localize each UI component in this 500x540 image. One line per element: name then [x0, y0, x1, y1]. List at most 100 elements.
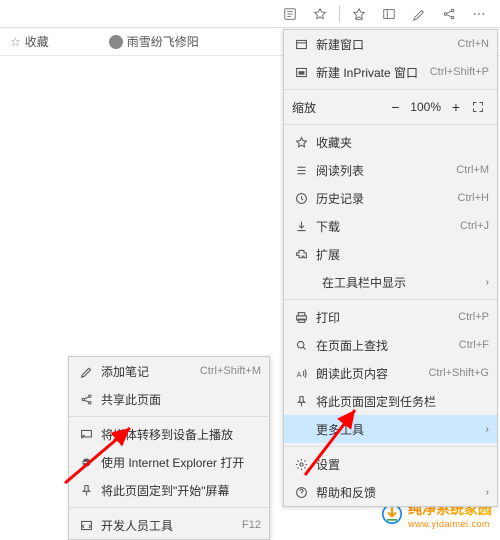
menu-separator — [69, 416, 269, 417]
submenu-open-ie[interactable]: 使用 Internet Explorer 打开 — [69, 448, 269, 476]
menu-shortcut: Ctrl+Shift+P — [430, 66, 489, 78]
cast-icon — [77, 428, 95, 441]
menu-shortcut: Ctrl+P — [458, 311, 489, 323]
menu-read-aloud[interactable]: A 朗读此页内容 Ctrl+Shift+G — [284, 359, 497, 387]
menu-pin-taskbar[interactable]: 将此页面固定到任务栏 — [284, 387, 497, 415]
chevron-right-icon: › — [486, 277, 489, 288]
download-icon — [292, 220, 310, 233]
inprivate-icon — [292, 66, 310, 79]
menu-label: 朗读此页内容 — [316, 365, 428, 382]
menu-label: 共享此页面 — [101, 391, 261, 408]
menu-label: 阅读列表 — [316, 162, 456, 179]
menu-separator — [69, 507, 269, 508]
menu-downloads[interactable]: 下载 Ctrl+J — [284, 212, 497, 240]
menu-reading-list[interactable]: 阅读列表 Ctrl+M — [284, 156, 497, 184]
submenu-add-notes[interactable]: 添加笔记 Ctrl+Shift+M — [69, 357, 269, 385]
menu-separator — [284, 446, 497, 447]
menu-shortcut: Ctrl+F — [459, 339, 489, 351]
pin-start-icon — [77, 484, 95, 497]
more-tools-submenu: 添加笔记 Ctrl+Shift+M 共享此页面 将媒体转移到设备上播放 使用 I… — [68, 356, 270, 540]
zoom-in-button[interactable]: + — [445, 96, 467, 118]
reading-icon — [292, 164, 310, 177]
menu-label: 使用 Internet Explorer 打开 — [101, 454, 261, 471]
menu-separator — [284, 299, 497, 300]
menu-help[interactable]: 帮助和反馈 › — [284, 478, 497, 506]
menu-print[interactable]: 打印 Ctrl+P — [284, 303, 497, 331]
bookmark-label: 雨雪纷飞修阳 — [127, 33, 199, 50]
print-icon — [292, 311, 310, 324]
browser-toolbar — [0, 0, 500, 28]
menu-label: 更多工具 — [316, 421, 482, 438]
settings-icon — [292, 458, 310, 471]
find-icon — [292, 339, 310, 352]
favorite-button[interactable] — [305, 0, 335, 28]
menu-label: 在页面上查找 — [316, 337, 459, 354]
zoom-value: 100% — [406, 100, 445, 114]
menu-label: 在工具栏中显示 — [322, 274, 482, 291]
menu-shortcut: Ctrl+N — [458, 38, 489, 50]
more-menu-button[interactable] — [464, 0, 494, 28]
menu-shortcut: Ctrl+J — [460, 220, 489, 232]
menu-more-tools[interactable]: 更多工具 › — [284, 415, 497, 443]
menu-label: 将此页面固定到任务栏 — [316, 393, 489, 410]
reading-view-button[interactable] — [275, 0, 305, 28]
extension-icon — [292, 248, 310, 261]
menu-label: 新建窗口 — [316, 36, 458, 53]
hub-button[interactable] — [374, 0, 404, 28]
zoom-out-button[interactable]: − — [384, 96, 406, 118]
menu-label: 帮助和反馈 — [316, 484, 482, 501]
menu-show-in-toolbar[interactable]: 在工具栏中显示 › — [284, 268, 497, 296]
svg-text:A: A — [296, 369, 301, 378]
menu-find[interactable]: 在页面上查找 Ctrl+F — [284, 331, 497, 359]
menu-history[interactable]: 历史记录 Ctrl+H — [284, 184, 497, 212]
fullscreen-button[interactable] — [467, 96, 489, 118]
read-aloud-icon: A — [292, 367, 310, 380]
menu-shortcut: Ctrl+M — [456, 164, 489, 176]
share-button[interactable] — [434, 0, 464, 28]
menu-label: 下载 — [316, 218, 460, 235]
favorites-bar-button[interactable] — [344, 0, 374, 28]
menu-label: 新建 InPrivate 窗口 — [316, 64, 430, 81]
menu-shortcut: Ctrl+Shift+G — [428, 367, 489, 379]
chevron-right-icon: › — [486, 487, 489, 498]
menu-favorites[interactable]: 收藏夹 — [284, 128, 497, 156]
main-menu: 新建窗口 Ctrl+N 新建 InPrivate 窗口 Ctrl+Shift+P… — [283, 29, 498, 507]
menu-label: 将此页固定到"开始"屏幕 — [101, 482, 261, 499]
share-icon — [77, 393, 95, 406]
zoom-label: 缩放 — [292, 99, 316, 116]
ie-icon — [77, 456, 95, 469]
menu-shortcut: Ctrl+H — [458, 192, 489, 204]
watermark-logo-icon — [382, 504, 402, 524]
chevron-right-icon: › — [486, 424, 489, 435]
menu-extensions[interactable]: 扩展 — [284, 240, 497, 268]
menu-zoom-row: 缩放 − 100% + — [284, 93, 497, 121]
help-icon — [292, 486, 310, 499]
bookmark-favorites[interactable]: ☆ 收藏 — [10, 33, 49, 50]
menu-new-window[interactable]: 新建窗口 Ctrl+N — [284, 30, 497, 58]
menu-label: 设置 — [316, 456, 489, 473]
window-icon — [292, 38, 310, 51]
bookmark-user[interactable]: 雨雪纷飞修阳 — [109, 33, 199, 50]
history-icon — [292, 192, 310, 205]
notes-icon — [77, 365, 95, 378]
submenu-share[interactable]: 共享此页面 — [69, 385, 269, 413]
menu-label: 收藏夹 — [316, 134, 489, 151]
toolbar-separator — [339, 6, 340, 22]
star-icon: ☆ — [10, 35, 21, 49]
submenu-cast[interactable]: 将媒体转移到设备上播放 — [69, 420, 269, 448]
menu-separator — [284, 124, 497, 125]
menu-settings[interactable]: 设置 — [284, 450, 497, 478]
star-icon — [292, 136, 310, 149]
submenu-pin-start[interactable]: 将此页固定到"开始"屏幕 — [69, 476, 269, 504]
bookmark-label: 收藏 — [25, 33, 49, 50]
devtools-icon — [77, 519, 95, 532]
notes-button[interactable] — [404, 0, 434, 28]
menu-separator — [284, 89, 497, 90]
watermark-url: www.yidaimei.com — [408, 519, 492, 529]
menu-shortcut: Ctrl+Shift+M — [200, 365, 261, 377]
menu-label: 历史记录 — [316, 190, 458, 207]
menu-label: 开发人员工具 — [101, 517, 242, 534]
menu-shortcut: F12 — [242, 519, 261, 531]
menu-new-inprivate[interactable]: 新建 InPrivate 窗口 Ctrl+Shift+P — [284, 58, 497, 86]
menu-label: 扩展 — [316, 246, 489, 263]
